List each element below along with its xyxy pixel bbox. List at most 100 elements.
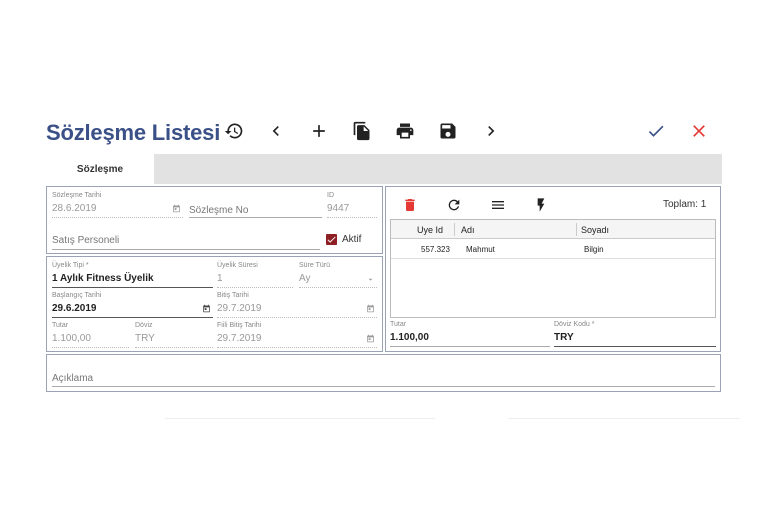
- amount-label: Tutar: [52, 322, 69, 329]
- amount-underline: [52, 347, 129, 348]
- confirm-button[interactable]: [644, 119, 668, 143]
- start-date-field[interactable]: Başlangıç Tarihi 29.6.2019: [52, 292, 213, 318]
- membership-duration-field: Üyelik Süresi 1: [217, 262, 293, 288]
- active-checkbox[interactable]: [326, 234, 337, 245]
- end-date-value: 29.7.2019: [217, 303, 262, 314]
- close-button[interactable]: [687, 119, 711, 143]
- divider: [508, 418, 740, 419]
- history-button[interactable]: [222, 119, 246, 143]
- calendar-icon: [366, 334, 375, 343]
- contract-panel: Sözleşme Tarihi 28.6.2019 Sözleşme No ID…: [46, 186, 383, 254]
- total-count: Toplam: 1: [663, 199, 707, 210]
- calendar-icon[interactable]: [202, 304, 211, 313]
- period-type-underline: [299, 287, 377, 288]
- notes-panel: Açıklama: [46, 354, 721, 392]
- page-header: Sözleşme Listesi: [46, 116, 722, 150]
- contract-id-underline: [327, 217, 377, 218]
- sales-personnel-field[interactable]: Satış Personeli: [52, 231, 320, 250]
- end-date-label: Bitiş Tarihi: [217, 292, 249, 299]
- column-separator: [454, 223, 455, 236]
- table-row[interactable]: 557.323 Mahmut Bilgin: [391, 239, 715, 259]
- sales-personnel-placeholder: Satış Personeli: [52, 235, 120, 246]
- menu-icon: [492, 201, 504, 209]
- currency-field: Döviz TRY: [135, 322, 213, 348]
- dropdown-arrow-icon[interactable]: [366, 275, 375, 284]
- column-separator: [576, 223, 577, 236]
- cell-uye-id: 557.323: [421, 245, 450, 254]
- close-icon: [693, 125, 705, 137]
- calendar-icon[interactable]: [172, 204, 181, 213]
- contract-date-underline: [52, 217, 183, 218]
- contract-date-field[interactable]: Sözleşme Tarihi 28.6.2019: [52, 192, 183, 218]
- save-icon: [440, 123, 456, 139]
- action-button[interactable]: [533, 197, 549, 213]
- contract-id-field: ID 9447: [327, 192, 377, 218]
- refresh-button[interactable]: [446, 197, 462, 213]
- page-title: Sözleşme Listesi: [46, 120, 221, 145]
- history-icon: [224, 123, 243, 139]
- cell-soyadi: Bilgin: [584, 245, 604, 254]
- membership-duration-label: Üyelik Süresi: [217, 262, 258, 269]
- membership-duration-underline: [217, 287, 293, 288]
- start-date-underline: [52, 317, 213, 318]
- currency-code-field[interactable]: Döviz Kodu * TRY: [554, 321, 716, 347]
- membership-type-field[interactable]: Üyelik Tipi * 1 Aylık Fitness Üyelik: [52, 262, 213, 288]
- membership-duration-value: 1: [217, 273, 223, 284]
- total-amount-field: Tutar 1.100,00: [390, 321, 550, 347]
- end-date-field: Bitiş Tarihi 29.7.2019: [217, 292, 377, 318]
- contract-date-label: Sözleşme Tarihi: [52, 192, 102, 199]
- plus-icon: [313, 125, 325, 137]
- members-grid: Uye Id Adı Soyadı 557.323 Mahmut Bilgin: [390, 219, 716, 318]
- total-amount-underline: [390, 346, 550, 347]
- check-icon: [648, 125, 664, 137]
- save-button[interactable]: [436, 119, 460, 143]
- total-amount-value: 1.100,00: [390, 332, 429, 343]
- members-panel: Toplam: 1 Uye Id Adı Soyadı 557.323 Mahm…: [385, 186, 721, 352]
- lightning-icon: [537, 198, 545, 212]
- refresh-icon: [448, 199, 460, 211]
- tab-sozlesme[interactable]: Sözleşme: [46, 154, 154, 184]
- actual-end-date-field: Fiili Bitiş Tarihi 29.7.2019: [217, 322, 377, 348]
- currency-code-value: TRY: [554, 332, 574, 343]
- notes-field[interactable]: Açıklama: [52, 363, 715, 387]
- next-button[interactable]: [479, 119, 503, 143]
- delete-button[interactable]: [402, 197, 418, 213]
- copy-icon: [353, 121, 370, 141]
- contract-no-underline: [189, 217, 322, 218]
- copy-button[interactable]: [350, 119, 374, 143]
- divider: [165, 418, 435, 419]
- actual-end-date-value: 29.7.2019: [217, 333, 262, 344]
- contract-no-field[interactable]: Sözleşme No: [189, 192, 322, 218]
- grid-header: Uye Id Adı Soyadı: [391, 220, 715, 239]
- tab-bar: Sözleşme: [46, 154, 722, 184]
- actual-end-date-label: Fiili Bitiş Tarihi: [217, 322, 262, 329]
- print-icon: [396, 123, 414, 139]
- actual-end-date-underline: [217, 347, 377, 348]
- column-header-uye-id[interactable]: Uye Id: [417, 225, 443, 235]
- contract-no-placeholder: Sözleşme No: [189, 205, 249, 216]
- membership-type-label: Üyelik Tipi *: [52, 262, 89, 269]
- notes-underline: [52, 386, 715, 387]
- column-header-soyadi[interactable]: Soyadı: [581, 225, 609, 235]
- period-type-label: Süre Türü: [299, 262, 330, 269]
- column-header-adi[interactable]: Adı: [461, 225, 475, 235]
- sales-personnel-underline: [52, 249, 320, 250]
- amount-field: Tutar 1.100,00: [52, 322, 129, 348]
- start-date-label: Başlangıç Tarihi: [52, 292, 102, 299]
- check-icon: [327, 236, 336, 243]
- notes-placeholder: Açıklama: [52, 373, 94, 384]
- currency-value: TRY: [135, 333, 155, 344]
- print-button[interactable]: [393, 119, 417, 143]
- currency-label: Döviz: [135, 322, 153, 329]
- chevron-left-icon: [272, 126, 279, 136]
- period-type-value: Ay: [299, 273, 311, 284]
- menu-button[interactable]: [490, 197, 506, 213]
- currency-code-label: Döviz Kodu *: [554, 321, 595, 328]
- membership-type-underline: [52, 287, 213, 288]
- chevron-right-icon: [488, 126, 495, 136]
- contract-id-label: ID: [327, 192, 334, 199]
- period-type-field[interactable]: Süre Türü Ay: [299, 262, 377, 288]
- add-button[interactable]: [307, 119, 331, 143]
- start-date-value: 29.6.2019: [52, 303, 97, 314]
- previous-button[interactable]: [264, 119, 288, 143]
